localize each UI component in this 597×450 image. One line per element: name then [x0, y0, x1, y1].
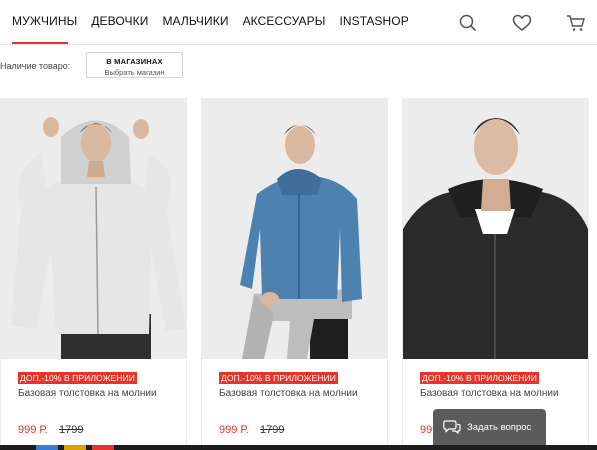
- ask-question-button[interactable]: Задать вопрос: [433, 409, 546, 445]
- product-card[interactable]: ДОП.-10% В ПРИЛОЖЕНИИ Базовая толстовка …: [402, 98, 589, 450]
- nav-item-instashop[interactable]: INSTASHOP: [339, 14, 408, 28]
- product-price: 999 Р.: [18, 424, 48, 436]
- product-name: Базовая толстовка на молнии: [219, 388, 358, 399]
- nav-item-boys[interactable]: МАЛЬЧИКИ: [162, 14, 228, 28]
- product-name: Базовая толстовка на молнии: [420, 388, 559, 399]
- product-image: [403, 99, 588, 359]
- product-card[interactable]: ДОП.-10% В ПРИЛОЖЕНИИ Базовая толстовка …: [201, 98, 388, 450]
- search-icon[interactable]: [457, 12, 479, 34]
- nav-item-accessories[interactable]: АКСЕССУАРЫ: [243, 14, 326, 28]
- top-navigation: МУЖЧИНЫ ДЕВОЧКИ МАЛЬЧИКИ АКСЕССУАРЫ INST…: [0, 0, 597, 45]
- ask-question-label: Задать вопрос: [467, 422, 532, 433]
- nav-icons: [425, 12, 587, 34]
- cart-icon[interactable]: [565, 12, 587, 34]
- product-old-price: 1799: [59, 424, 84, 436]
- app-discount-badge: ДОП.-10% В ПРИЛОЖЕНИИ: [420, 372, 539, 384]
- app-discount-badge: ДОП.-10% В ПРИЛОЖЕНИИ: [18, 372, 137, 384]
- product-image: [202, 99, 387, 359]
- nav-item-men[interactable]: МУЖЧИНЫ: [12, 14, 77, 28]
- product-name: Базовая толстовка на молнии: [18, 388, 157, 399]
- product-card[interactable]: ДОП.-10% В ПРИЛОЖЕНИИ Базовая толстовка …: [0, 98, 187, 450]
- product-image: [1, 99, 186, 359]
- nav-item-girls[interactable]: ДЕВОЧКИ: [91, 14, 148, 28]
- taskbar-app-icon: [92, 445, 114, 450]
- product-price: 999 Р.: [219, 424, 249, 436]
- choose-store-subtitle: Выбрать магазин: [104, 68, 165, 77]
- app-discount-badge: ДОП.-10% В ПРИЛОЖЕНИИ: [219, 372, 338, 384]
- product-old-price: 1799: [260, 424, 285, 436]
- in-stores-button[interactable]: В МАГАЗИНАХ Выбрать магазин: [86, 52, 183, 78]
- heart-icon[interactable]: [511, 12, 533, 34]
- bottom-strip: [0, 445, 597, 450]
- active-tab-underline: [12, 42, 68, 44]
- nav-menu: МУЖЧИНЫ ДЕВОЧКИ МАЛЬЧИКИ АКСЕССУАРЫ INST…: [12, 14, 423, 28]
- availability-filter: Наличие товаро: В МАГАЗИНАХ Выбрать мага…: [0, 52, 597, 80]
- chat-icon: [443, 420, 461, 439]
- availability-label: Наличие товаро:: [0, 61, 71, 71]
- in-stores-title: В МАГАЗИНАХ: [106, 57, 163, 66]
- taskbar-app-icon: [64, 445, 86, 450]
- page: МУЖЧИНЫ ДЕВОЧКИ МАЛЬЧИКИ АКСЕССУАРЫ INST…: [0, 0, 597, 450]
- taskbar-app-icon: [36, 445, 58, 450]
